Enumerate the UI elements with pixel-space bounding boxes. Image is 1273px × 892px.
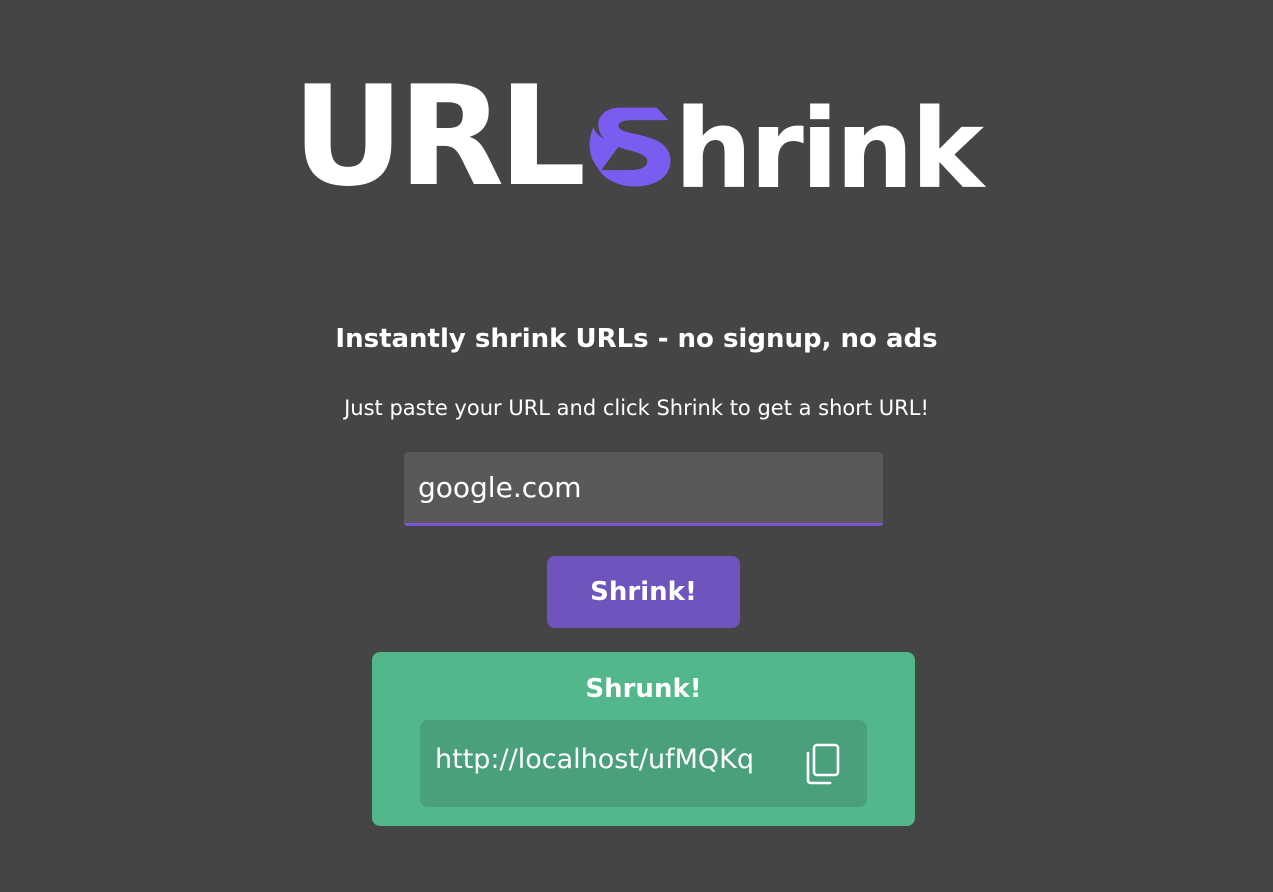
shrink-button[interactable]: Shrink! (547, 556, 740, 628)
result-card: Shrunk! http://localhost/ufMQKq (372, 652, 915, 826)
subline: Just paste your URL and click Shrink to … (344, 396, 929, 420)
url-input[interactable] (404, 452, 883, 526)
logo: URL hrink (0, 68, 1273, 206)
page: URL hrink Instantly shrink URLs - no sig… (0, 0, 1273, 892)
logo-text-hrink: hrink (674, 85, 984, 213)
logo-wordmark: URL hrink (292, 68, 984, 206)
short-url-link[interactable]: http://localhost/ufMQKq (435, 744, 754, 775)
stylized-s-icon (589, 107, 671, 187)
logo-text-url: URL (292, 56, 586, 217)
result-box: http://localhost/ufMQKq (420, 720, 867, 807)
headline: Instantly shrink URLs - no signup, no ad… (335, 324, 938, 354)
copy-icon[interactable] (802, 742, 842, 786)
result-title: Shrunk! (585, 674, 702, 704)
